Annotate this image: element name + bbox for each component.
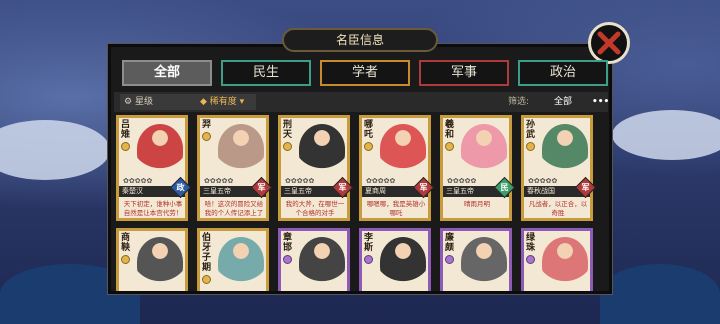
minister-portrait	[299, 124, 345, 174]
tab-livelihood[interactable]: 民生	[221, 60, 311, 86]
minister-name: 孙武	[526, 120, 536, 140]
category-badge-label: 政	[176, 183, 185, 192]
minister-quote: 我的大斧，在哪世一个合格的对手	[285, 200, 345, 217]
tab-military[interactable]: 军事	[419, 60, 509, 86]
tab-scholar[interactable]: 学者	[320, 60, 410, 86]
minister-name: 廉颇	[445, 233, 455, 253]
star-rating: ✿✿✿✿✿	[447, 177, 477, 185]
minister-name: 伯牙子期	[202, 233, 212, 273]
minister-name: 羿	[202, 120, 212, 130]
category-tabs: 全部 民生 学者 军事 政治	[122, 60, 608, 86]
rank-emblem-icon	[526, 142, 535, 151]
minister-portrait	[299, 237, 345, 287]
minister-portrait	[542, 237, 588, 287]
star-sort-label: 星级	[134, 97, 153, 107]
minister-portrait	[380, 237, 426, 287]
minister-name: 刑天	[283, 120, 293, 140]
rank-emblem-icon	[364, 142, 373, 151]
minister-name: 章邯	[283, 233, 293, 253]
close-button[interactable]	[588, 22, 630, 64]
rank-emblem-icon	[526, 255, 535, 264]
minister-card[interactable]: 孙武 ✿✿✿✿✿ 春秋战国军凡战者，以正合，以奇胜	[521, 115, 597, 221]
more-options-icon[interactable]: •••	[592, 94, 609, 110]
tab-all[interactable]: 全部	[122, 60, 212, 86]
star-rating: ✿✿✿✿✿	[285, 177, 315, 185]
diamond-icon: ◆	[200, 97, 210, 107]
rank-emblem-icon	[121, 255, 130, 264]
minister-quote: 凡战者，以正合，以奇胜	[528, 200, 588, 217]
rarity-sort-button[interactable]: ◆ 稀有度 ▾	[196, 94, 256, 110]
category-badge-label: 民	[500, 183, 509, 192]
minister-card[interactable]: 章邯	[278, 228, 350, 291]
minister-card[interactable]: 刑天 ✿✿✿✿✿ 三皇五帝军我的大斧，在哪世一个合格的对手	[278, 115, 354, 221]
screen-label: 筛选:	[508, 97, 530, 107]
star-rating: ✿✿✿✿✿	[123, 177, 153, 185]
gear-icon: ⚙	[124, 97, 135, 107]
minister-card[interactable]: 李斯	[359, 228, 431, 291]
rank-emblem-icon	[445, 142, 454, 151]
minister-portrait	[461, 124, 507, 174]
minister-name: 吕雉	[121, 120, 131, 140]
minister-quote: 哪嗯哪，我是英雄小哪吒	[366, 200, 426, 217]
minister-portrait	[218, 124, 264, 174]
rank-emblem-icon	[202, 275, 211, 284]
category-badge-label: 军	[257, 183, 266, 192]
rank-emblem-icon	[283, 255, 292, 264]
minister-quote: 晴雨月明	[464, 200, 490, 208]
minister-name: 商鞅	[121, 233, 131, 253]
rank-emblem-icon	[121, 142, 130, 151]
minister-card[interactable]: 羲和 ✿✿✿✿✿ 三皇五帝民晴雨月明	[440, 115, 516, 221]
minister-quote: 哈！这次的冒险又给我的个人传记添上了	[204, 200, 264, 217]
minister-card[interactable]: 商鞅	[116, 228, 188, 291]
minister-portrait	[461, 237, 507, 287]
minister-card[interactable]: 吕雉 ✿✿✿✿✿ 秦楚汉政天下初定，谁种小事自然是让本宫代劳！	[116, 115, 192, 221]
close-icon	[597, 31, 621, 55]
minister-card[interactable]: 伯牙子期	[197, 228, 269, 291]
star-rating: ✿✿✿✿✿	[528, 177, 558, 185]
minister-portrait	[137, 237, 183, 287]
minister-quote: 天下初定，谁种小事自然是让本宫代劳！	[123, 200, 183, 217]
minister-portrait	[380, 124, 426, 174]
minister-card-grid: 吕雉 ✿✿✿✿✿ 秦楚汉政天下初定，谁种小事自然是让本宫代劳！羿 ✿✿✿✿✿ 三皇五帝军…	[116, 115, 608, 291]
star-rating: ✿✿✿✿✿	[204, 177, 234, 185]
minister-name: 哪吒	[364, 120, 374, 140]
star-rating: ✿✿✿✿✿	[366, 177, 396, 185]
category-badge-label: 军	[419, 183, 428, 192]
rank-emblem-icon	[445, 255, 454, 264]
cloud-right	[612, 110, 720, 160]
minister-card[interactable]: 羿 ✿✿✿✿✿ 三皇五帝军哈！这次的冒险又给我的个人传记添上了	[197, 115, 273, 221]
minister-name: 绿珠	[526, 233, 536, 253]
category-badge-label: 军	[581, 183, 590, 192]
rarity-sort-label: 稀有度	[209, 97, 237, 107]
minister-card[interactable]: 廉颇	[440, 228, 512, 291]
star-sort-button[interactable]: ⚙ 星级	[120, 94, 196, 110]
screen-all-dropdown[interactable]: 全部	[554, 94, 590, 110]
rank-emblem-icon	[364, 255, 373, 264]
minister-name: 李斯	[364, 233, 374, 253]
wave-right	[600, 264, 720, 324]
minister-card[interactable]: 绿珠	[521, 228, 593, 291]
rank-emblem-icon	[202, 132, 211, 141]
panel-title: 名臣信息	[282, 28, 438, 52]
minister-portrait	[542, 124, 588, 174]
minister-portrait	[137, 124, 183, 174]
minister-card[interactable]: 哪吒 ✿✿✿✿✿ 夏商周军哪嗯哪，我是英雄小哪吒	[359, 115, 435, 221]
rank-emblem-icon	[283, 142, 292, 151]
category-badge-label: 军	[338, 183, 347, 192]
minister-name: 羲和	[445, 120, 455, 140]
minister-portrait	[218, 237, 264, 287]
filter-bar: ⚙ 星级 ◆ 稀有度 ▾ 筛选: 全部 •••	[114, 92, 609, 112]
chevron-down-icon: ▾	[236, 97, 245, 107]
tab-politics[interactable]: 政治	[518, 60, 608, 86]
